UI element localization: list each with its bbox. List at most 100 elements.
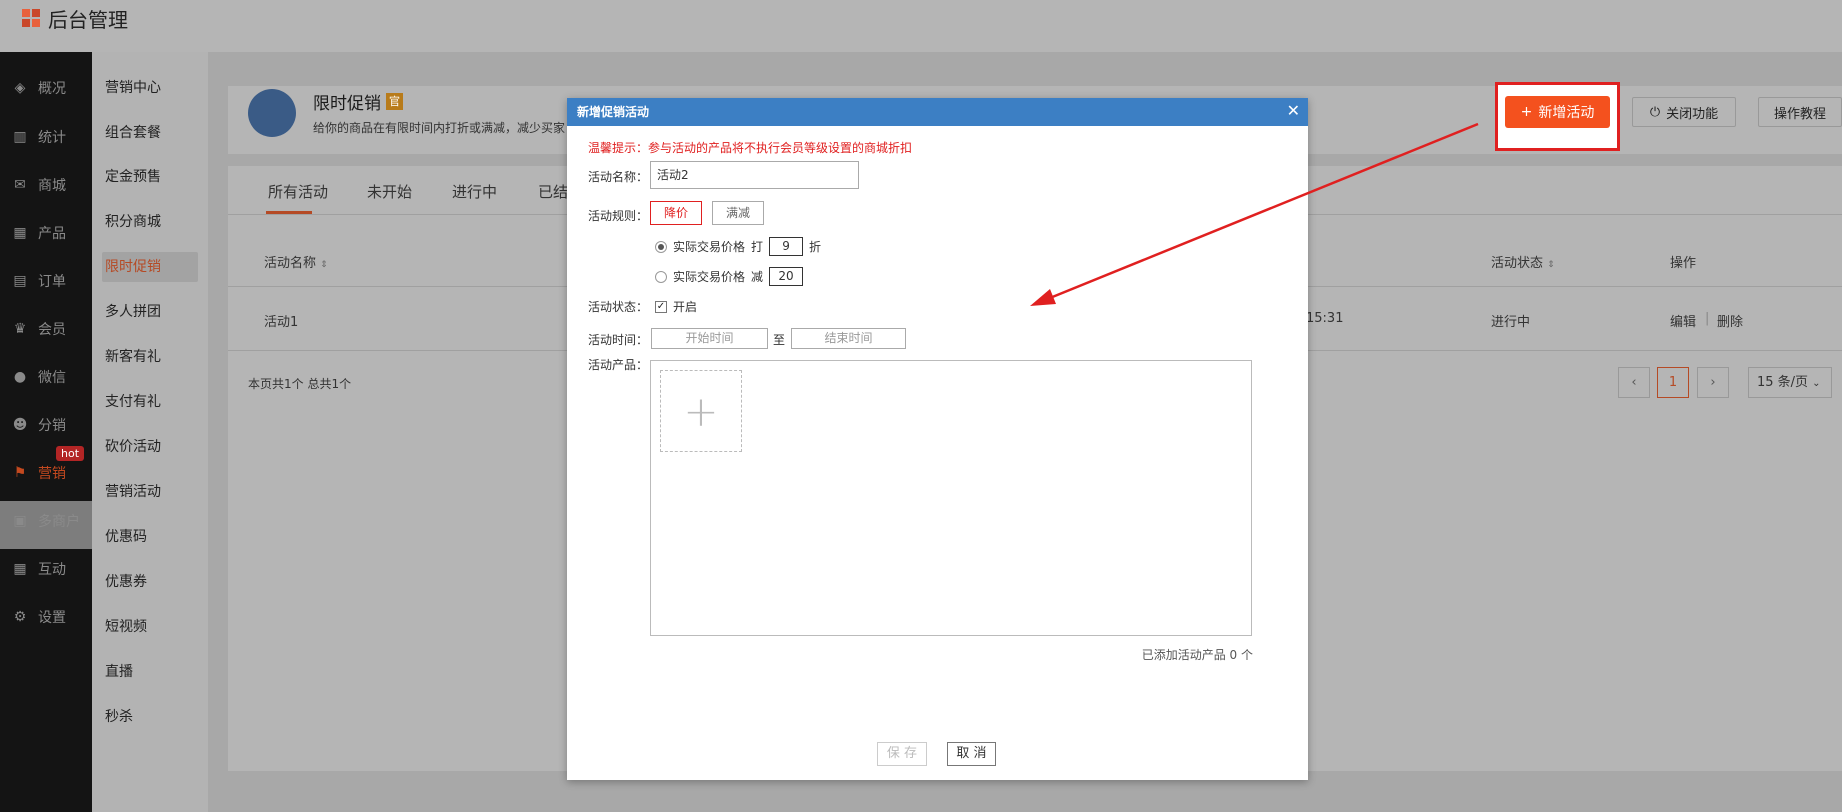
tab-ended[interactable]: 已结: [538, 181, 568, 202]
page-number-button[interactable]: 1: [1657, 367, 1689, 398]
warm-notice: 温馨提示：参与活动的产品将不执行会员等级设置的商城折扣: [588, 141, 913, 155]
activity-status-label: 活动状态：: [588, 300, 649, 314]
reduce-value-input[interactable]: 20: [769, 267, 804, 286]
status-checkbox-row: ✓ 开启: [655, 300, 698, 314]
sidebar-item-interaction[interactable]: ▦ 互动: [0, 545, 92, 593]
sidebar-item-products[interactable]: ▦ 产品: [0, 209, 92, 257]
time-range-separator: 至: [773, 333, 786, 347]
subnav-item[interactable]: 秒杀: [102, 702, 198, 732]
page-title: 限时促销: [313, 94, 381, 114]
discount-radio[interactable]: [655, 240, 667, 253]
column-header-status[interactable]: 活动状态 ⇕: [1491, 252, 1555, 271]
close-icon[interactable]: ✕: [1287, 102, 1300, 120]
delete-link[interactable]: 删除: [1717, 311, 1743, 330]
subnav-item[interactable]: 营销中心: [102, 73, 198, 103]
user-icon: ☻: [12, 417, 28, 433]
activity-product-label: 活动产品：: [588, 358, 649, 372]
edit-link[interactable]: 编辑: [1670, 311, 1696, 330]
activity-name-input[interactable]: 活动2: [650, 161, 859, 189]
subnav-item-active[interactable]: 限时促销: [102, 252, 198, 282]
cancel-button[interactable]: 取 消: [947, 742, 996, 766]
new-promotion-modal: 新增促销活动 ✕ 温馨提示：参与活动的产品将不执行会员等级设置的商城折扣 活动名…: [567, 98, 1308, 780]
close-feature-button[interactable]: ⏻ 关闭功能: [1632, 97, 1736, 127]
cell-activity-status: 进行中: [1491, 315, 1531, 330]
subnav-item[interactable]: 砍价活动: [102, 432, 198, 462]
tab-all[interactable]: 所有活动: [268, 181, 328, 202]
subnav-item[interactable]: 短视频: [102, 612, 198, 642]
chevron-down-icon: ⌄: [1812, 378, 1821, 389]
chart-icon: ▥: [13, 129, 27, 145]
sidebar-item-distribution[interactable]: ☻ 分销: [0, 401, 92, 449]
subnav-item[interactable]: 优惠码: [102, 522, 198, 552]
page-description: 给你的商品在有限时间内打折或满减，减少买家: [313, 121, 566, 135]
modal-title: 新增促销活动: [577, 105, 650, 119]
sort-icon: ⇕: [1547, 260, 1555, 270]
flag-icon: ⚑: [13, 465, 27, 481]
grid-icon: ▦: [13, 561, 27, 577]
subnav-item[interactable]: 积分商城: [102, 207, 198, 237]
subnav-item[interactable]: 组合套餐: [102, 118, 198, 148]
list-summary: 本页共1个 总共1个: [248, 377, 352, 391]
sidebar-item-overview[interactable]: ◈ 概况: [0, 64, 92, 112]
cell-activity-time: 15:31: [1306, 311, 1344, 326]
subnav-item[interactable]: 支付有礼: [102, 387, 198, 417]
sidebar-item-members[interactable]: ♛ 会员: [0, 305, 92, 353]
activity-time-label: 活动时间：: [588, 333, 649, 347]
subnav-item[interactable]: 新客有礼: [102, 342, 198, 372]
promo-avatar: [248, 89, 296, 137]
tutorial-button[interactable]: 操作教程: [1758, 97, 1842, 127]
start-time-input[interactable]: 开始时间: [651, 328, 768, 349]
page-size-select[interactable]: 15 条/页 ⌄: [1748, 367, 1832, 398]
activity-rule-label: 活动规则：: [588, 209, 649, 223]
subnav-item[interactable]: 优惠券: [102, 567, 198, 597]
reduce-option-row: 实际交易价格 减 20: [655, 267, 804, 286]
tab-in-progress[interactable]: 进行中: [452, 181, 497, 202]
plus-icon: +: [683, 386, 719, 436]
add-product-tile[interactable]: +: [660, 370, 742, 452]
add-activity-button[interactable]: + 新增活动: [1505, 96, 1610, 128]
plus-icon: +: [1520, 104, 1533, 120]
official-badge: 官: [386, 93, 403, 110]
activity-name-label: 活动名称：: [588, 170, 649, 184]
subnav-item[interactable]: 定金预售: [102, 162, 198, 192]
next-page-button[interactable]: ›: [1697, 367, 1729, 398]
subnav-item[interactable]: 营销活动: [102, 477, 198, 507]
power-icon: ⏻: [1649, 104, 1661, 120]
sidebar-item-mall[interactable]: ✉ 商城: [0, 161, 92, 209]
subnav-item[interactable]: 直播: [102, 657, 198, 687]
reduce-radio[interactable]: [655, 270, 667, 283]
hot-badge: hot: [56, 446, 85, 461]
sort-icon: ⇕: [320, 260, 328, 270]
status-checkbox[interactable]: ✓: [655, 300, 667, 313]
column-header-actions: 操作: [1670, 256, 1697, 271]
gear-icon: ⚙: [13, 609, 27, 625]
prev-page-button[interactable]: ‹: [1618, 367, 1650, 398]
discount-value-input[interactable]: 9: [769, 237, 804, 256]
top-bar: [0, 0, 1842, 52]
subnav-item[interactable]: 多人拼团: [102, 297, 198, 327]
end-time-input[interactable]: 结束时间: [791, 328, 906, 349]
sidebar-item-multi-merchant[interactable]: ▣ 多商户: [0, 497, 92, 545]
save-button[interactable]: 保 存: [877, 742, 927, 766]
tab-not-started[interactable]: 未开始: [367, 181, 412, 202]
sidebar-item-orders[interactable]: ▤ 订单: [0, 257, 92, 305]
sidebar-item-wechat[interactable]: ● 微信: [0, 353, 92, 401]
column-header-name[interactable]: 活动名称 ⇕: [264, 252, 328, 271]
sidebar-item-settings[interactable]: ⚙ 设置: [0, 593, 92, 641]
clipboard-icon: ▤: [13, 273, 27, 289]
wechat-icon: ●: [13, 369, 27, 385]
cell-activity-name: 活动1: [264, 315, 299, 330]
action-divider: |: [1705, 311, 1710, 326]
layers-icon: ◈: [14, 80, 26, 96]
app-title: 后台管理: [48, 8, 128, 32]
rule-discount-button[interactable]: 降价: [650, 201, 702, 225]
grid-icon: ▦: [13, 225, 27, 241]
rule-reduce-button[interactable]: 满减: [712, 201, 764, 225]
modal-header: 新增促销活动 ✕: [567, 98, 1308, 126]
mail-icon: ✉: [14, 177, 26, 193]
crown-icon: ♛: [13, 321, 27, 337]
store-icon: ▣: [13, 513, 27, 529]
logo-icon: [22, 8, 42, 29]
sidebar-item-stats[interactable]: ▥ 统计: [0, 113, 92, 161]
app-logo[interactable]: 后台管理: [22, 4, 128, 33]
